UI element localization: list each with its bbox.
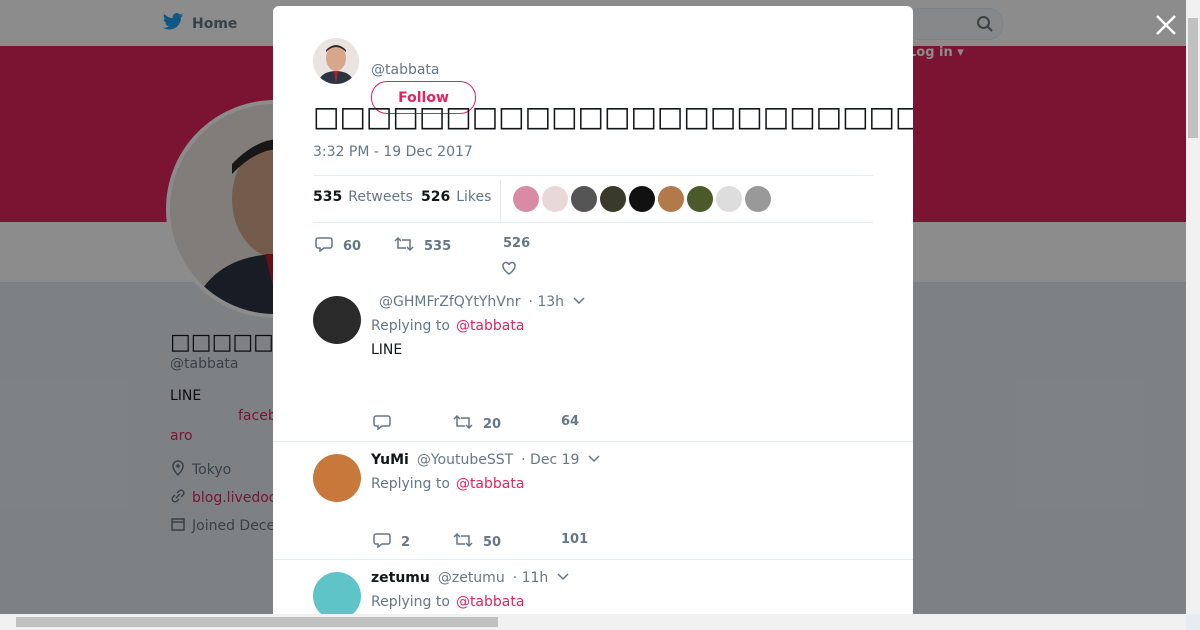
chevron-down-icon[interactable] (556, 570, 570, 586)
like-count: 526 (503, 236, 531, 251)
replying-to-link[interactable]: @tabbata (456, 594, 525, 610)
like-count: 101 (561, 532, 589, 547)
scrollbar-thumb[interactable] (1188, 18, 1198, 138)
replying-prefix: Replying to (371, 476, 450, 492)
reply-author-name[interactable]: zetumu (371, 570, 430, 586)
retweet-icon (453, 532, 473, 552)
replying-to: Replying to @tabbata (371, 476, 524, 492)
reply-count: 60 (343, 238, 362, 254)
reply-author-handle[interactable]: @zetumu (438, 570, 505, 586)
replying-prefix: Replying to (371, 594, 450, 610)
liker-avatar[interactable] (513, 186, 539, 212)
replying-to: Replying to @tabbata (371, 594, 524, 610)
divider (313, 222, 873, 223)
tweet-author-handle[interactable]: @tabbata (371, 62, 440, 78)
tweet-modal: @tabbata Follow □□□□□□□□□□□□□□□□□□□□□□□□… (273, 6, 913, 614)
liker-avatar[interactable] (745, 186, 771, 212)
reply-header: zetumu @zetumu · 11h (371, 570, 570, 586)
likes-stat[interactable]: 526 Likes (421, 189, 491, 205)
reply-icon (315, 236, 333, 256)
tweet-timestamp[interactable]: 3:32 PM - 19 Dec 2017 (313, 144, 473, 160)
reply-avatar[interactable] (313, 296, 361, 344)
reply-time[interactable]: · 13h (528, 294, 564, 310)
chevron-down-icon[interactable] (572, 294, 586, 310)
retweet-count: 50 (483, 534, 502, 550)
liker-avatar[interactable] (687, 186, 713, 212)
like-button[interactable]: 526 (503, 236, 530, 251)
reply-button[interactable]: 2 (373, 532, 410, 552)
retweet-count: 535 (424, 238, 452, 254)
retweets-count: 535 (313, 189, 343, 205)
close-icon[interactable] (1153, 12, 1179, 42)
likes-label: Likes (456, 189, 492, 205)
liker-avatar[interactable] (658, 186, 684, 212)
retweet-button[interactable]: 535 (394, 236, 451, 256)
like-button[interactable]: 64 (561, 414, 579, 429)
like-button[interactable]: 101 (561, 532, 588, 547)
retweet-icon (394, 236, 414, 256)
replying-to-link[interactable]: @tabbata (456, 318, 525, 334)
divider (273, 559, 913, 560)
reply-author-handle[interactable]: @GHMFrZfQYtYhVnr (379, 294, 520, 310)
reply-avatar[interactable] (313, 572, 361, 614)
replying-to-link[interactable]: @tabbata (456, 476, 525, 492)
horizontal-scrollbar[interactable] (0, 614, 1186, 630)
reply-count: 2 (401, 534, 411, 550)
likes-count: 526 (421, 189, 451, 205)
vertical-scrollbar[interactable] (1186, 0, 1200, 614)
replying-to: Replying to @tabbata (371, 318, 524, 334)
reply-icon (373, 532, 391, 552)
liker-avatar[interactable] (571, 186, 597, 212)
liker-avatar[interactable] (542, 186, 568, 212)
divider (273, 441, 913, 442)
divider (500, 180, 501, 222)
reply-icon (373, 414, 391, 434)
heart-icon[interactable] (501, 260, 517, 280)
tweet-text: □□□□□□□□□□□□□□□□□□□□□□□□□□□□□□□□□□□□□□□□… (313, 100, 913, 133)
reply-time[interactable]: · Dec 19 (521, 452, 579, 468)
reply-time[interactable]: · 11h (513, 570, 549, 586)
retweet-count: 20 (483, 416, 502, 432)
liker-avatar[interactable] (716, 186, 742, 212)
reply-header: YuMi @YoutubeSST · Dec 19 (371, 452, 601, 468)
scrollbar-thumb[interactable] (16, 617, 498, 627)
replying-prefix: Replying to (371, 318, 450, 334)
liker-avatars (513, 186, 771, 212)
liker-avatar[interactable] (600, 186, 626, 212)
retweets-label: Retweets (348, 189, 413, 205)
reply-button[interactable]: 60 (315, 236, 361, 256)
reply-header: @GHMFrZfQYtYhVnr · 13h (371, 294, 586, 310)
retweets-stat[interactable]: 535 Retweets (313, 189, 413, 205)
reply-text: LINE (371, 342, 403, 358)
retweet-button[interactable]: 20 (453, 414, 501, 434)
retweet-button[interactable]: 50 (453, 532, 501, 552)
reply-avatar[interactable] (313, 454, 361, 502)
like-count: 64 (561, 414, 580, 429)
reply-author-name[interactable]: YuMi (371, 452, 409, 468)
liker-avatar[interactable] (629, 186, 655, 212)
chevron-down-icon[interactable] (587, 452, 601, 468)
divider (313, 175, 873, 176)
reply-button[interactable] (373, 414, 401, 434)
tweet-author-avatar[interactable] (313, 38, 359, 84)
reply-author-handle[interactable]: @YoutubeSST (417, 452, 513, 468)
retweet-icon (453, 414, 473, 434)
